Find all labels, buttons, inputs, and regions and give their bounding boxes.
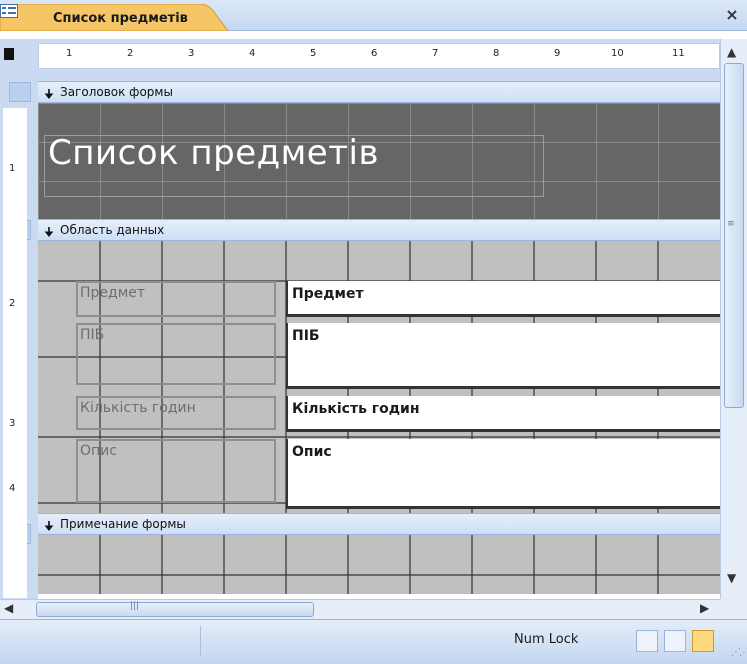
field-label[interactable]: ПІБ: [76, 323, 276, 385]
vertical-scrollbar[interactable]: ▲ ≡ ▼: [720, 39, 747, 599]
ruler-tick: 3: [188, 48, 195, 59]
field-control[interactable]: Кількість годин: [286, 396, 720, 432]
section-detail-label: Область данных: [60, 223, 165, 237]
field-control[interactable]: ПІБ: [286, 323, 720, 389]
ruler-tick: 8: [493, 48, 500, 59]
resize-grip-icon[interactable]: ⋰⋰: [731, 647, 747, 658]
ruler-tick: 4: [9, 483, 16, 494]
horizontal-scrollbar[interactable]: ◀ ||| ▶: [0, 599, 720, 619]
tab-title: Список предметів: [53, 11, 188, 26]
vertical-ruler-scale[interactable]: 1 2 3 4: [3, 108, 27, 598]
field-control[interactable]: Опис: [286, 439, 720, 509]
grip-icon: |||: [130, 601, 140, 611]
section-footer-bar[interactable]: 🠋 Примечание формы: [38, 513, 720, 535]
form-title-label[interactable]: Список предметів: [48, 133, 379, 173]
document-tab[interactable]: Список предметів: [0, 4, 228, 31]
scroll-right-icon[interactable]: ▶: [700, 601, 709, 615]
num-lock-indicator: Num Lock: [514, 632, 579, 647]
form-header-area[interactable]: Список предметів: [38, 103, 720, 219]
status-bar: Num Lock ⋰⋰: [0, 619, 747, 664]
horizontal-scroll-thumb[interactable]: [36, 602, 314, 617]
ruler-tick: 10: [611, 48, 624, 59]
section-footer-label: Примечание формы: [60, 517, 186, 531]
ruler-tick: 11: [672, 48, 685, 59]
view-switcher: [628, 628, 724, 654]
document-tabstrip: Список предметів ×: [0, 0, 747, 31]
ruler-tick: 2: [9, 298, 16, 309]
ruler-tick: 1: [66, 48, 73, 59]
ruler-tick: 2: [127, 48, 134, 59]
ruler-tick: 9: [554, 48, 561, 59]
form-footer-area[interactable]: [38, 535, 720, 594]
vertical-scroll-thumb[interactable]: [724, 63, 744, 408]
horizontal-ruler-scale[interactable]: 1 2 3 4 5 6 7 8 9 10 11: [38, 43, 720, 69]
section-selector-header[interactable]: [9, 82, 31, 102]
form-icon: [0, 4, 18, 18]
status-divider: [200, 626, 201, 656]
field-control[interactable]: Предмет: [286, 281, 720, 317]
field-label[interactable]: Кількість годин: [76, 396, 276, 430]
section-header-label: Заголовок формы: [60, 85, 173, 99]
section-detail-bar[interactable]: 🠋 Область данных: [38, 219, 720, 241]
form-view-icon[interactable]: [636, 630, 658, 652]
field-label[interactable]: Предмет: [76, 281, 276, 317]
ruler-tick: 6: [371, 48, 378, 59]
layout-view-icon[interactable]: [664, 630, 686, 652]
ruler-tick: 4: [249, 48, 256, 59]
ruler-tick: 3: [9, 418, 16, 429]
design-view-icon[interactable]: [692, 630, 714, 652]
field-label[interactable]: Опис: [76, 439, 276, 503]
scroll-up-icon[interactable]: ▲: [727, 45, 736, 59]
ruler-tick: 7: [432, 48, 439, 59]
grip-icon: ≡: [727, 219, 735, 229]
ruler-tick: 1: [9, 163, 16, 174]
section-header-bar[interactable]: 🠋 Заголовок формы: [38, 81, 720, 103]
ruler-tick: 5: [310, 48, 317, 59]
close-icon[interactable]: ×: [722, 5, 742, 25]
scroll-left-icon[interactable]: ◀: [4, 601, 13, 615]
scroll-down-icon[interactable]: ▼: [727, 571, 736, 585]
form-design-canvas[interactable]: 🠋 Заголовок формы Список предметів 🠋 Обл…: [38, 81, 720, 594]
form-selector[interactable]: [4, 48, 14, 60]
scrollbar-corner: [720, 599, 747, 619]
